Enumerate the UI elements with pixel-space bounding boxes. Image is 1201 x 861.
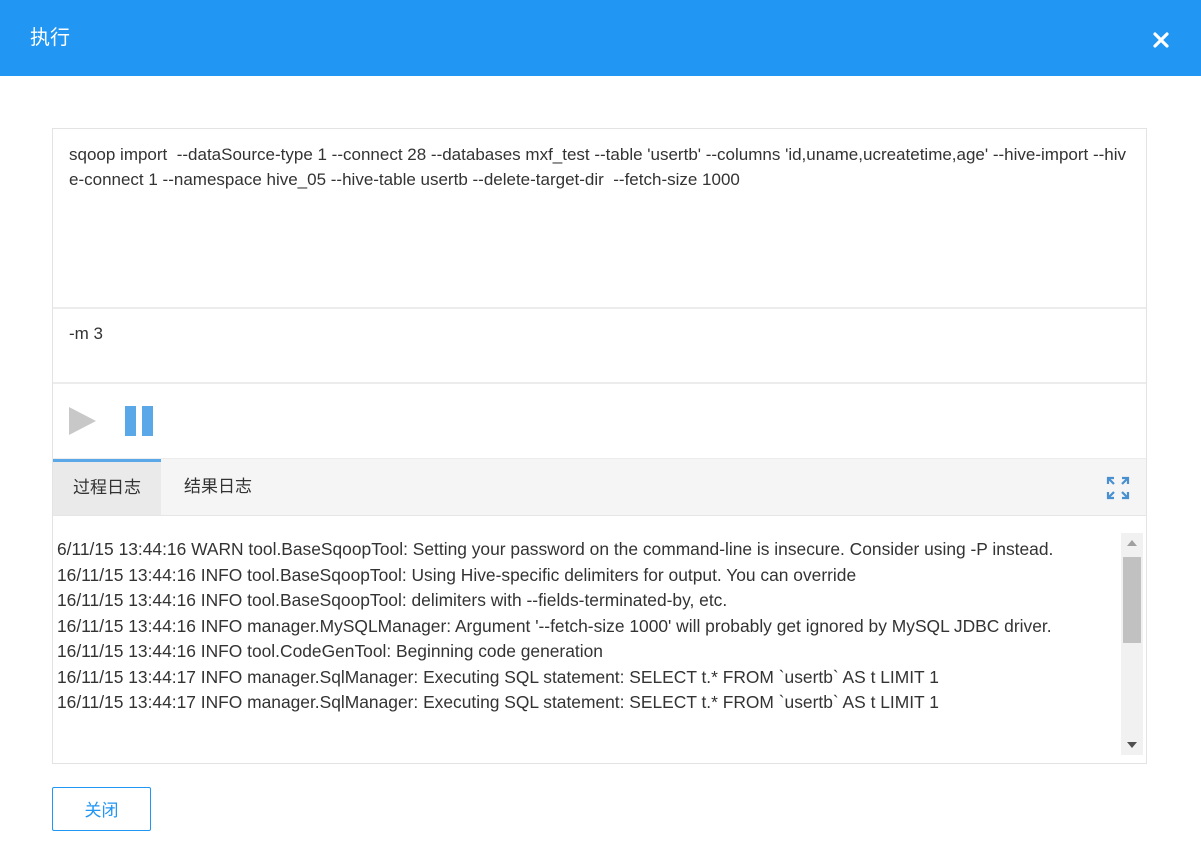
args-text[interactable]: -m 3 (69, 322, 103, 346)
scrollbar-thumb[interactable] (1123, 557, 1141, 643)
pause-icon[interactable] (124, 405, 156, 437)
args-editor[interactable]: -m 3 (53, 310, 1146, 384)
close-icon[interactable] (1151, 30, 1171, 50)
log-line: 16/11/15 13:44:16 INFO tool.BaseSqoopToo… (57, 564, 857, 585)
log-output[interactable]: 6/11/15 13:44:16 WARN tool.BaseSqoopTool… (53, 517, 1146, 763)
scroll-down-icon[interactable] (1121, 735, 1143, 755)
command-text[interactable]: sqoop import --dataSource-type 1 --conne… (69, 142, 1129, 192)
close-button[interactable]: 关闭 (52, 787, 151, 831)
log-line: 16/11/15 13:44:17 INFO manager.SqlManage… (57, 666, 939, 687)
run-controls (53, 385, 1146, 459)
scroll-up-icon[interactable] (1121, 533, 1143, 553)
tab-process-log[interactable]: 过程日志 (53, 459, 161, 515)
log-line: 16/11/15 13:44:16 INFO tool.BaseSqoopToo… (57, 590, 728, 610)
command-editor[interactable]: sqoop import --dataSource-type 1 --conne… (53, 129, 1146, 309)
fullscreen-icon[interactable] (1106, 476, 1130, 500)
dialog-title: 执行 (30, 27, 70, 49)
log-lines: 6/11/15 13:44:16 WARN tool.BaseSqoopTool… (57, 537, 1117, 716)
log-line: 16/11/15 13:44:16 INFO tool.CodeGenTool:… (57, 641, 603, 661)
log-line: 16/11/15 13:44:17 INFO manager.SqlManage… (57, 692, 939, 712)
play-icon[interactable] (68, 405, 98, 437)
execution-panel: sqoop import --dataSource-type 1 --conne… (52, 128, 1147, 764)
tab-result-log[interactable]: 结果日志 (163, 459, 273, 515)
log-tabs: 过程日志 结果日志 (53, 459, 1146, 516)
execute-dialog: 执行 sqoop import --dataSource-type 1 --co… (0, 0, 1201, 861)
log-line: 16/11/15 13:44:16 INFO manager.MySQLMana… (57, 615, 1052, 636)
log-line: 6/11/15 13:44:16 WARN tool.BaseSqoopTool… (57, 539, 1054, 559)
dialog-header: 执行 (0, 0, 1201, 76)
log-scrollbar[interactable] (1121, 533, 1143, 755)
